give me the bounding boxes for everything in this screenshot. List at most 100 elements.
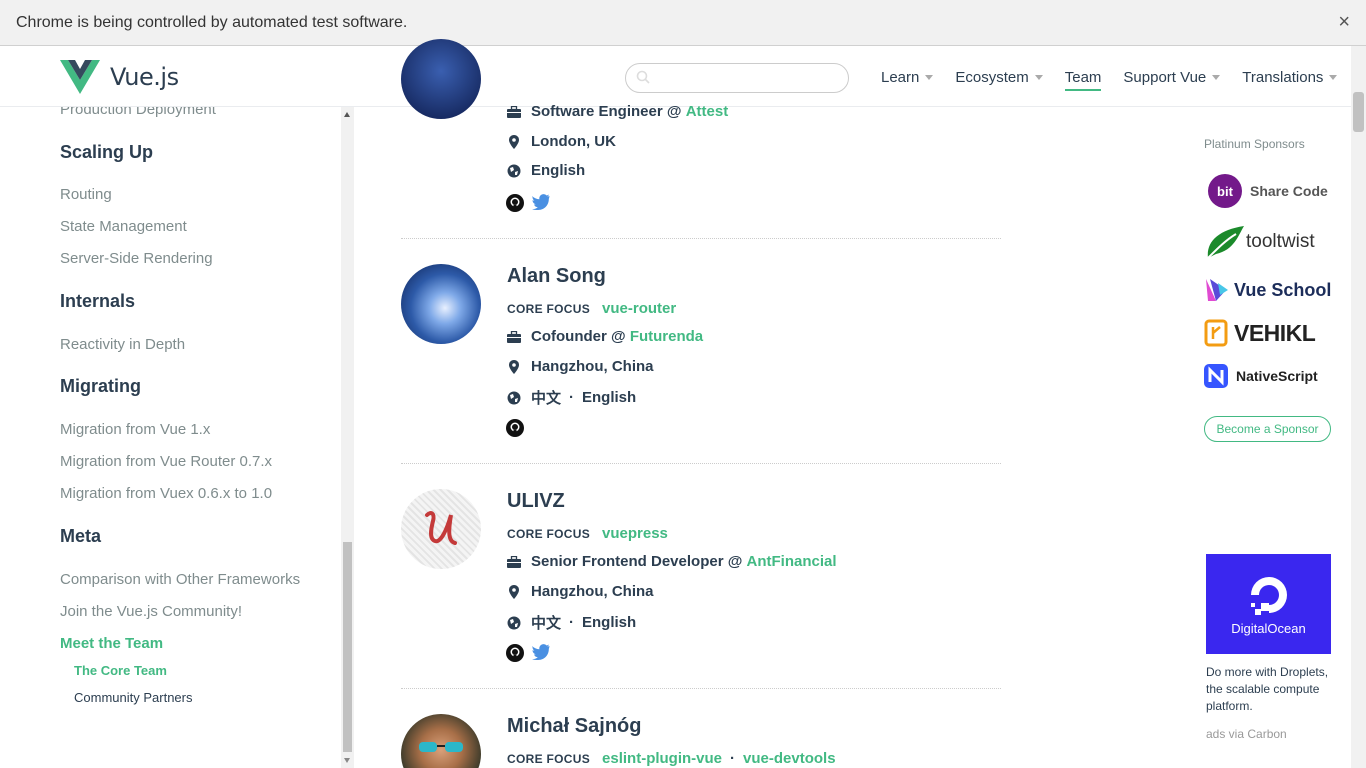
sidebar-subitem-core-team[interactable]: The Core Team xyxy=(74,663,167,678)
core-focus-label: CORE FOCUS xyxy=(507,751,591,766)
at-symbol: @ xyxy=(727,553,743,570)
chevron-down-icon xyxy=(1329,74,1338,80)
sidebar-item-migration-vue[interactable]: Migration from Vue 1.x xyxy=(60,421,210,438)
ad-text[interactable]: Do more with Droplets, the scalable comp… xyxy=(1206,664,1336,715)
member-company-link[interactable]: Futurenda xyxy=(630,328,703,345)
sponsor-nativescript[interactable]: NativeScript xyxy=(1204,364,1318,388)
nav-support-vue[interactable]: Support Vue xyxy=(1123,66,1221,88)
map-marker-icon xyxy=(507,134,521,149)
briefcase-icon xyxy=(507,555,521,568)
nav-translations-label: Translations xyxy=(1242,68,1324,86)
map-marker-icon xyxy=(507,584,521,599)
sponsor-vueschool[interactable]: Vue School xyxy=(1204,277,1331,303)
nativescript-logo-icon xyxy=(1204,364,1228,388)
member-language: English xyxy=(582,389,637,406)
focus-link[interactable]: vue-router xyxy=(602,300,676,317)
sidebar-item-reactivity[interactable]: Reactivity in Depth xyxy=(60,336,185,353)
globe-icon xyxy=(507,164,521,178)
automation-infobar: Chrome is being controlled by automated … xyxy=(0,0,1366,46)
become-sponsor-button[interactable]: Become a Sponsor xyxy=(1204,416,1331,442)
member-company-link[interactable]: AntFinancial xyxy=(747,553,837,570)
main-nav: Learn Ecosystem Team Support Vue Transla… xyxy=(881,66,1359,91)
search-input[interactable] xyxy=(625,63,849,93)
sunglasses-icon xyxy=(419,742,463,752)
sponsor-bit[interactable]: bit Share Code xyxy=(1204,174,1328,208)
sidebar-scrollbar[interactable] xyxy=(341,107,354,768)
sidebar-item-migration-vuex[interactable]: Migration from Vuex 0.6.x to 1.0 xyxy=(60,485,272,502)
member-location: London, UK xyxy=(507,133,616,150)
vueschool-logo-icon xyxy=(1206,279,1228,301)
sidebar-item-community[interactable]: Join the Vue.js Community! xyxy=(60,603,242,620)
logo-link[interactable]: Vue.js xyxy=(60,60,179,94)
member-company-link[interactable]: Attest xyxy=(686,103,729,120)
infobar-message: Chrome is being controlled by automated … xyxy=(16,13,408,31)
nav-translations[interactable]: Translations xyxy=(1242,66,1338,88)
chevron-down-icon xyxy=(1212,74,1221,80)
chevron-down-icon xyxy=(1034,74,1043,80)
member-job: Cofounder @ Futurenda xyxy=(507,328,703,345)
infobar-close-button[interactable]: × xyxy=(1338,11,1350,34)
nav-team[interactable]: Team xyxy=(1064,66,1102,91)
member-name: Alan Song xyxy=(507,265,606,287)
sponsor-bit-label: Share Code xyxy=(1250,183,1328,199)
github-icon[interactable] xyxy=(506,644,524,662)
separator-dot: · xyxy=(569,614,575,631)
member-social-links xyxy=(506,194,550,212)
sidebar-heading-migrating: Migrating xyxy=(60,376,141,396)
sponsor-vehikl[interactable]: VEHIKL xyxy=(1204,319,1316,347)
map-marker-icon xyxy=(507,359,521,374)
member-location: Hangzhou, China xyxy=(507,358,654,375)
briefcase-icon xyxy=(507,330,521,343)
nav-learn[interactable]: Learn xyxy=(881,66,934,88)
member-languages: English xyxy=(507,162,585,179)
sidebar-item-meet-the-team[interactable]: Meet the Team xyxy=(60,635,163,652)
sidebar-item-comparison[interactable]: Comparison with Other Frameworks xyxy=(60,571,300,588)
sidebar-scroll-thumb[interactable] xyxy=(343,542,352,752)
member-social-links xyxy=(506,419,524,437)
at-symbol: @ xyxy=(666,103,682,120)
nav-ecosystem[interactable]: Ecosystem xyxy=(955,66,1043,88)
page-scrollbar[interactable] xyxy=(1351,46,1366,768)
sponsor-tooltwist[interactable]: tooltwist xyxy=(1204,224,1315,260)
member-name: ULIVZ xyxy=(507,490,565,512)
ads-via-carbon[interactable]: ads via Carbon xyxy=(1206,727,1287,741)
sidebar-item-ssr[interactable]: Server-Side Rendering xyxy=(60,250,213,267)
twitter-icon[interactable] xyxy=(532,194,550,210)
separator-dot: · xyxy=(730,750,736,767)
scroll-up-icon[interactable] xyxy=(344,112,350,117)
at-symbol: @ xyxy=(611,328,626,345)
sidebar-item-production-deployment[interactable]: Production Deployment xyxy=(60,107,216,118)
sponsor-vueschool-label: Vue School xyxy=(1234,279,1332,300)
sidebar-subitem-community-partners[interactable]: Community Partners xyxy=(74,690,192,705)
digitalocean-logo-icon xyxy=(1250,576,1287,615)
globe-icon xyxy=(507,616,521,630)
nav-learn-label: Learn xyxy=(881,68,920,86)
platinum-sponsors-title: Platinum Sponsors xyxy=(1204,137,1305,151)
sidebar-heading-internals: Internals xyxy=(60,291,136,311)
sidebar-item-migration-router[interactable]: Migration from Vue Router 0.7.x xyxy=(60,453,272,470)
sidebar-heading-scaling-up: Scaling Up xyxy=(60,142,154,162)
scroll-down-icon[interactable] xyxy=(344,758,350,763)
focus-link[interactable]: vuepress xyxy=(602,525,668,542)
focus-link[interactable]: eslint-plugin-vue xyxy=(602,750,722,767)
sidebar-item-state-management[interactable]: State Management xyxy=(60,218,187,235)
member-divider xyxy=(401,688,1001,689)
github-icon[interactable] xyxy=(506,194,524,212)
member-divider xyxy=(401,463,1001,464)
focus-link[interactable]: vue-devtools xyxy=(743,750,836,767)
github-icon[interactable] xyxy=(506,419,524,437)
globe-icon xyxy=(507,391,521,405)
member-job: Software Engineer @ Attest xyxy=(507,103,728,120)
sidebar-item-routing[interactable]: Routing xyxy=(60,186,112,203)
vehikl-logo-icon xyxy=(1204,319,1228,347)
page-scroll-thumb[interactable] xyxy=(1353,92,1364,132)
member-location-text: Hangzhou, China xyxy=(531,583,654,600)
member-social-links xyxy=(506,644,550,662)
twitter-icon[interactable] xyxy=(532,644,550,660)
member-core-focus: CORE FOCUS vuepress xyxy=(507,525,668,542)
digitalocean-brand: DigitalOcean xyxy=(1231,620,1306,636)
member-avatar xyxy=(401,489,481,569)
member-language: English xyxy=(531,162,586,179)
digitalocean-ad[interactable]: DigitalOcean xyxy=(1206,554,1331,654)
bit-logo-icon: bit xyxy=(1208,174,1242,208)
